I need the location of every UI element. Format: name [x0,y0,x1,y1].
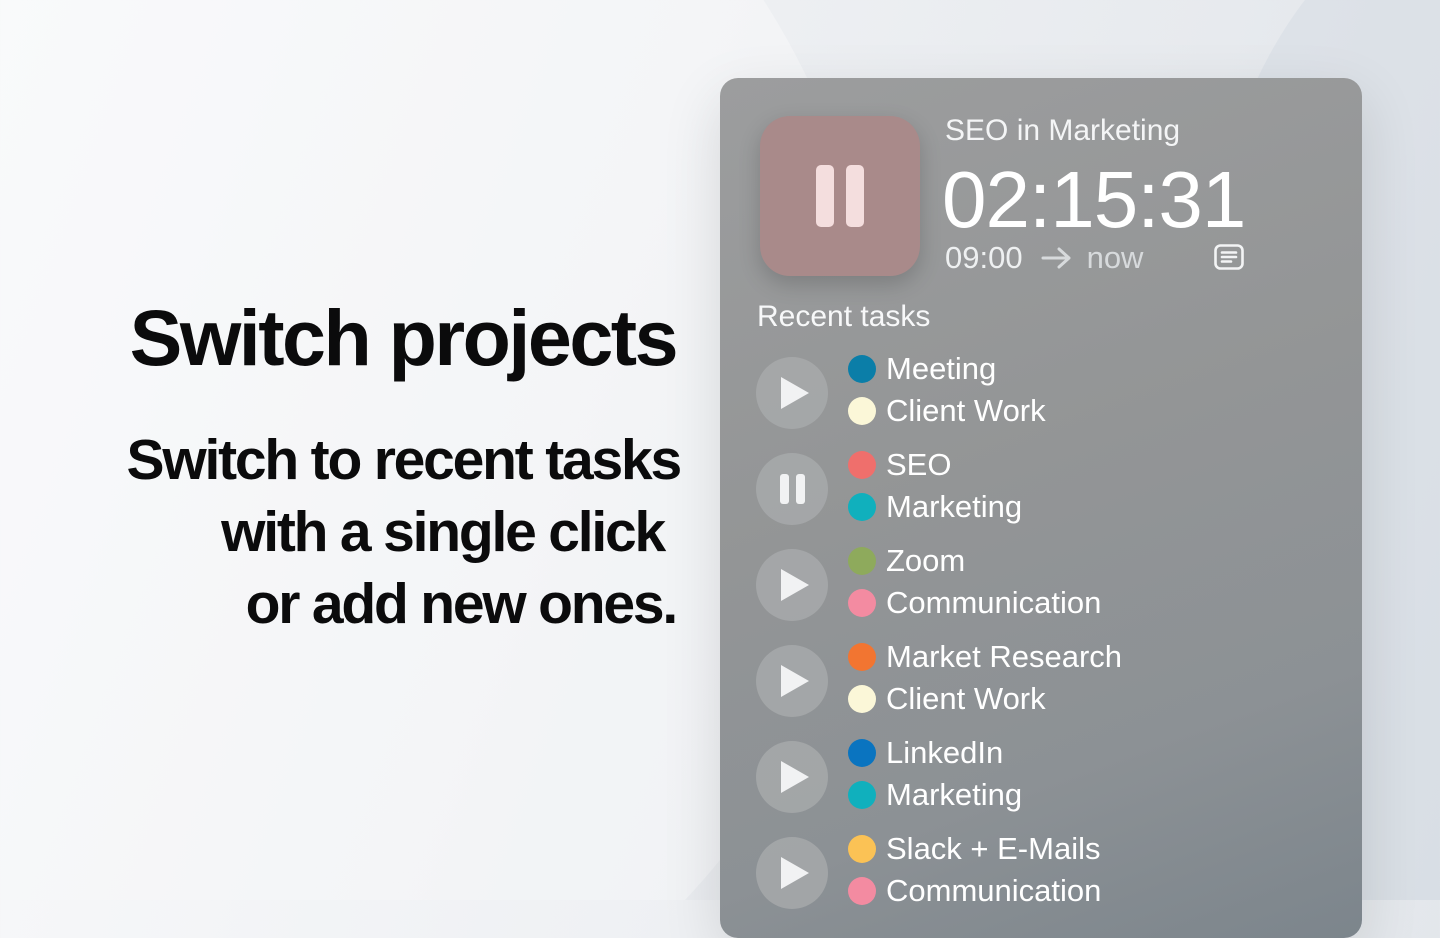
project-label: Client Work [848,393,1046,429]
task-label: LinkedIn [848,735,1003,771]
hero-subtitle-line: or add new ones. [245,572,679,636]
pause-button[interactable] [760,116,920,276]
project-label: Communication [848,585,1101,621]
task-label: SEO [848,447,951,483]
task-color-dot [848,643,876,671]
project-name: Client Work [886,393,1046,428]
project-name: Marketing [886,777,1023,812]
pause-icon [779,474,805,504]
play-button[interactable] [756,645,828,717]
start-time: 09:00 [945,240,1023,275]
project-color-dot [848,397,876,425]
recent-tasks-heading: Recent tasks [757,300,931,333]
recent-tasks-list: Meeting Client Work SEO Marketing Zoom C… [756,351,1336,929]
elapsed-timer: 02:15:31 [942,155,1246,244]
task-name: Slack + E-Mails [886,831,1101,866]
project-color-dot [848,781,876,809]
project-color-dot [848,877,876,905]
project-name: Communication [886,873,1102,908]
project-color-dot [848,589,876,617]
play-icon [781,377,809,409]
task-name: Market Research [886,639,1123,674]
project-label: Marketing [848,489,1022,525]
play-button[interactable] [756,357,828,429]
hero-subtitle-line: with a single click [221,500,666,564]
task-row: LinkedIn Marketing [756,735,1336,833]
task-color-dot [848,355,876,383]
hero-subtitle: Switch to recent tasks with a single cli… [126,424,683,640]
current-task-title: SEO in Marketing [945,114,1181,147]
pause-button[interactable] [756,453,828,525]
task-row: Meeting Client Work [756,351,1336,449]
task-name: LinkedIn [886,735,1004,770]
play-icon [781,761,809,793]
play-button[interactable] [756,741,828,813]
task-name: Meeting [886,351,997,386]
play-icon [781,665,809,697]
arrow-right-icon [1041,246,1073,270]
task-row: Slack + E-Mails Communication [756,831,1336,929]
task-name: SEO [886,447,952,482]
end-time: now [1086,240,1144,275]
play-icon [781,857,809,889]
task-row: SEO Marketing [756,447,1336,545]
play-icon [781,569,809,601]
hero-subtitle-line: Switch to recent tasks [126,428,683,492]
play-button[interactable] [756,837,828,909]
project-name: Communication [886,585,1102,620]
project-label: Client Work [848,681,1046,717]
hero: Switch projects Switch to recent tasks w… [126,293,683,640]
task-row: Zoom Communication [756,543,1336,641]
task-name: Zoom [886,543,966,578]
task-label: Market Research [848,639,1122,675]
project-name: Marketing [886,489,1023,524]
task-label: Zoom [848,543,965,579]
project-label: Communication [848,873,1101,909]
play-button[interactable] [756,549,828,621]
project-color-dot [848,493,876,521]
hero-title: Switch projects [129,293,679,382]
note-icon[interactable] [1214,244,1244,270]
task-label: Slack + E-Mails [848,831,1100,867]
time-range: 09:00 now [945,240,1143,276]
task-row: Market Research Client Work [756,639,1336,737]
project-name: Client Work [886,681,1046,716]
task-color-dot [848,451,876,479]
project-label: Marketing [848,777,1022,813]
task-color-dot [848,547,876,575]
task-color-dot [848,739,876,767]
timer-panel: SEO in Marketing 02:15:31 09:00 now Rece… [720,78,1362,938]
project-color-dot [848,685,876,713]
pause-icon [816,165,864,227]
task-color-dot [848,835,876,863]
task-label: Meeting [848,351,996,387]
